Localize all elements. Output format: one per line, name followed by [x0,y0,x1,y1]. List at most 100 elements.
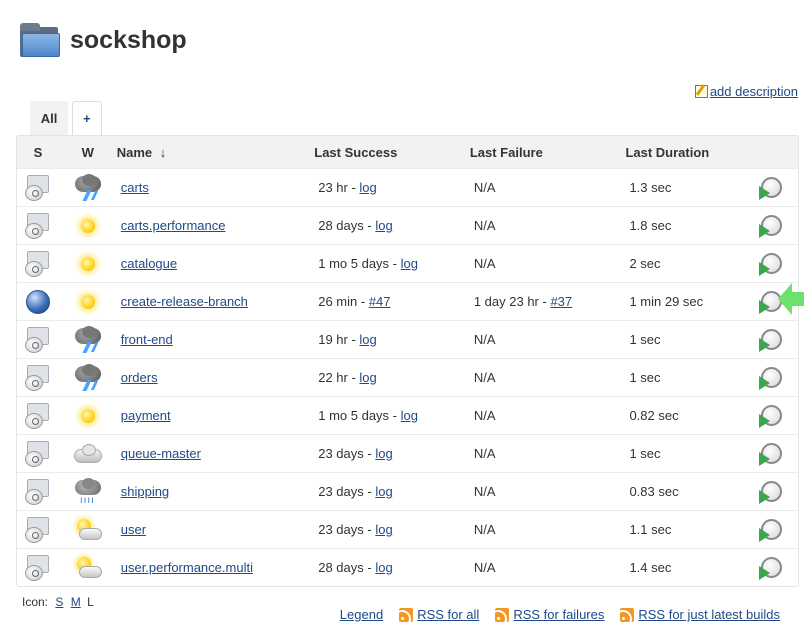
icon-size-medium[interactable]: M [71,595,81,609]
last-success-time: 23 days - [318,446,376,461]
schedule-build-button[interactable] [758,404,783,428]
col-last-failure-header[interactable]: Last Failure [470,145,626,160]
last-success-link[interactable]: log [375,522,392,537]
last-success-link[interactable]: log [375,484,392,499]
schedule-build-button[interactable] [758,518,783,542]
col-name-label: Name [116,144,153,160]
job-name-link[interactable]: front-end [121,332,173,347]
status-disabled-icon [24,249,52,279]
table-row: catalogue 1 mo 5 days - log N/A 2 sec [17,244,798,282]
col-name-header[interactable]: Name ↓ [117,145,315,160]
table-body: carts 23 hr - log N/A 1.3 sec carts.performa… [17,168,798,586]
last-success-time: 28 days - [318,560,376,575]
last-success-link[interactable]: #47 [369,294,391,309]
weather-sunny-icon [75,213,101,239]
footer-links: Legend RSS for all RSS for failures RSS … [324,607,780,622]
last-success-link[interactable]: log [359,370,376,385]
status-disabled-icon [24,477,52,507]
last-failure-time: N/A [473,560,496,575]
last-success-time: 1 mo 5 days - [318,256,401,271]
legend-link[interactable]: Legend [340,607,383,622]
weather-cloudy-icon [73,443,103,465]
job-name-link[interactable]: payment [121,408,171,423]
col-weather-header[interactable]: W [59,145,117,160]
schedule-build-button[interactable] [758,176,783,200]
tab-all[interactable]: All [30,101,68,135]
table-row: payment 1 mo 5 days - log N/A 0.82 sec [17,396,798,434]
weather-storm-icon [73,363,103,392]
schedule-build-button[interactable] [758,366,783,390]
folder-icon [18,21,60,59]
weather-sunny-icon [75,403,101,429]
last-duration: 0.82 sec [629,408,679,423]
job-name-link[interactable]: carts [121,180,149,195]
last-success-link[interactable]: log [375,560,392,575]
table-row: user.performance.multi 28 days - log N/A 1.… [17,548,798,586]
last-duration: 1.4 sec [629,560,672,575]
last-success-time: 1 mo 5 days - [318,408,401,423]
new-view-tab[interactable]: + [72,101,102,135]
job-name-link[interactable]: user [121,522,146,537]
job-name-link[interactable]: catalogue [121,256,177,271]
schedule-build-button[interactable] [758,556,783,580]
rss-all-link[interactable]: RSS for all [417,607,479,622]
rss-icon [620,607,635,622]
last-duration: 1 sec [629,332,661,347]
jobs-table: S W Name ↓ Last Success Last Failure Las… [16,135,799,587]
job-name-link[interactable]: user.performance.multi [121,560,253,575]
last-success-link[interactable]: log [401,408,418,423]
status-disabled-icon [24,439,52,469]
add-description[interactable]: add description [694,84,798,99]
schedule-build-button[interactable] [758,252,783,276]
status-success-icon [25,289,50,314]
icon-size-label: Icon: [22,595,49,609]
job-name-link[interactable]: shipping [121,484,169,499]
col-status-header[interactable]: S [17,145,59,160]
add-description-link[interactable]: add description [710,84,798,99]
table-row: ıııı shipping 23 days - log N/A 0.83 sec [17,472,798,510]
last-duration: 1 sec [629,370,661,385]
weather-partly-cloudy-icon [73,555,103,581]
last-success-link[interactable]: log [375,446,392,461]
col-last-success-header[interactable]: Last Success [314,145,470,160]
table-row: queue-master 23 days - log N/A 1 sec [17,434,798,472]
status-disabled-icon [24,325,52,355]
last-success-time: 23 days - [318,484,376,499]
last-success-time: 19 hr - [318,332,360,347]
last-success-time: 23 hr - [318,180,360,195]
rss-icon [495,607,510,622]
job-name-link[interactable]: orders [121,370,158,385]
schedule-build-button[interactable] [758,480,783,504]
job-name-link[interactable]: create-release-branch [121,294,248,309]
rss-icon [399,607,414,622]
page-title: sockshop [70,25,187,54]
last-failure-time: 1 day 23 hr - [473,294,551,309]
last-success-link[interactable]: log [359,332,376,347]
last-failure-time: N/A [473,332,496,347]
job-name-link[interactable]: queue-master [121,446,201,461]
weather-rain-icon: ıııı [73,477,103,506]
col-last-duration-header[interactable]: Last Duration [625,145,743,160]
icon-size-small[interactable]: S [55,595,63,609]
edit-icon [694,85,708,98]
schedule-build-button[interactable] [758,328,783,352]
table-row: create-release-branch 26 min - #47 1 day 2… [17,282,798,320]
rss-latest-link[interactable]: RSS for just latest builds [638,607,780,622]
last-success-time: 23 days - [318,522,376,537]
rss-failures-link[interactable]: RSS for failures [513,607,604,622]
status-disabled-icon [24,363,52,393]
last-success-link[interactable]: log [401,256,418,271]
job-name-link[interactable]: carts.performance [121,218,226,233]
last-failure-link[interactable]: #37 [550,294,572,309]
last-success-link[interactable]: log [375,218,392,233]
last-duration: 1.1 sec [629,522,672,537]
last-duration: 1.3 sec [629,180,672,195]
last-success-time: 22 hr - [318,370,360,385]
schedule-build-button[interactable] [758,442,783,466]
table-row: carts.performance 28 days - log N/A 1.8 sec [17,206,798,244]
weather-storm-icon [73,325,103,354]
last-duration: 1 sec [629,446,661,461]
view-tabs: All + [30,101,102,135]
last-success-link[interactable]: log [359,180,376,195]
schedule-build-button[interactable] [758,214,783,238]
